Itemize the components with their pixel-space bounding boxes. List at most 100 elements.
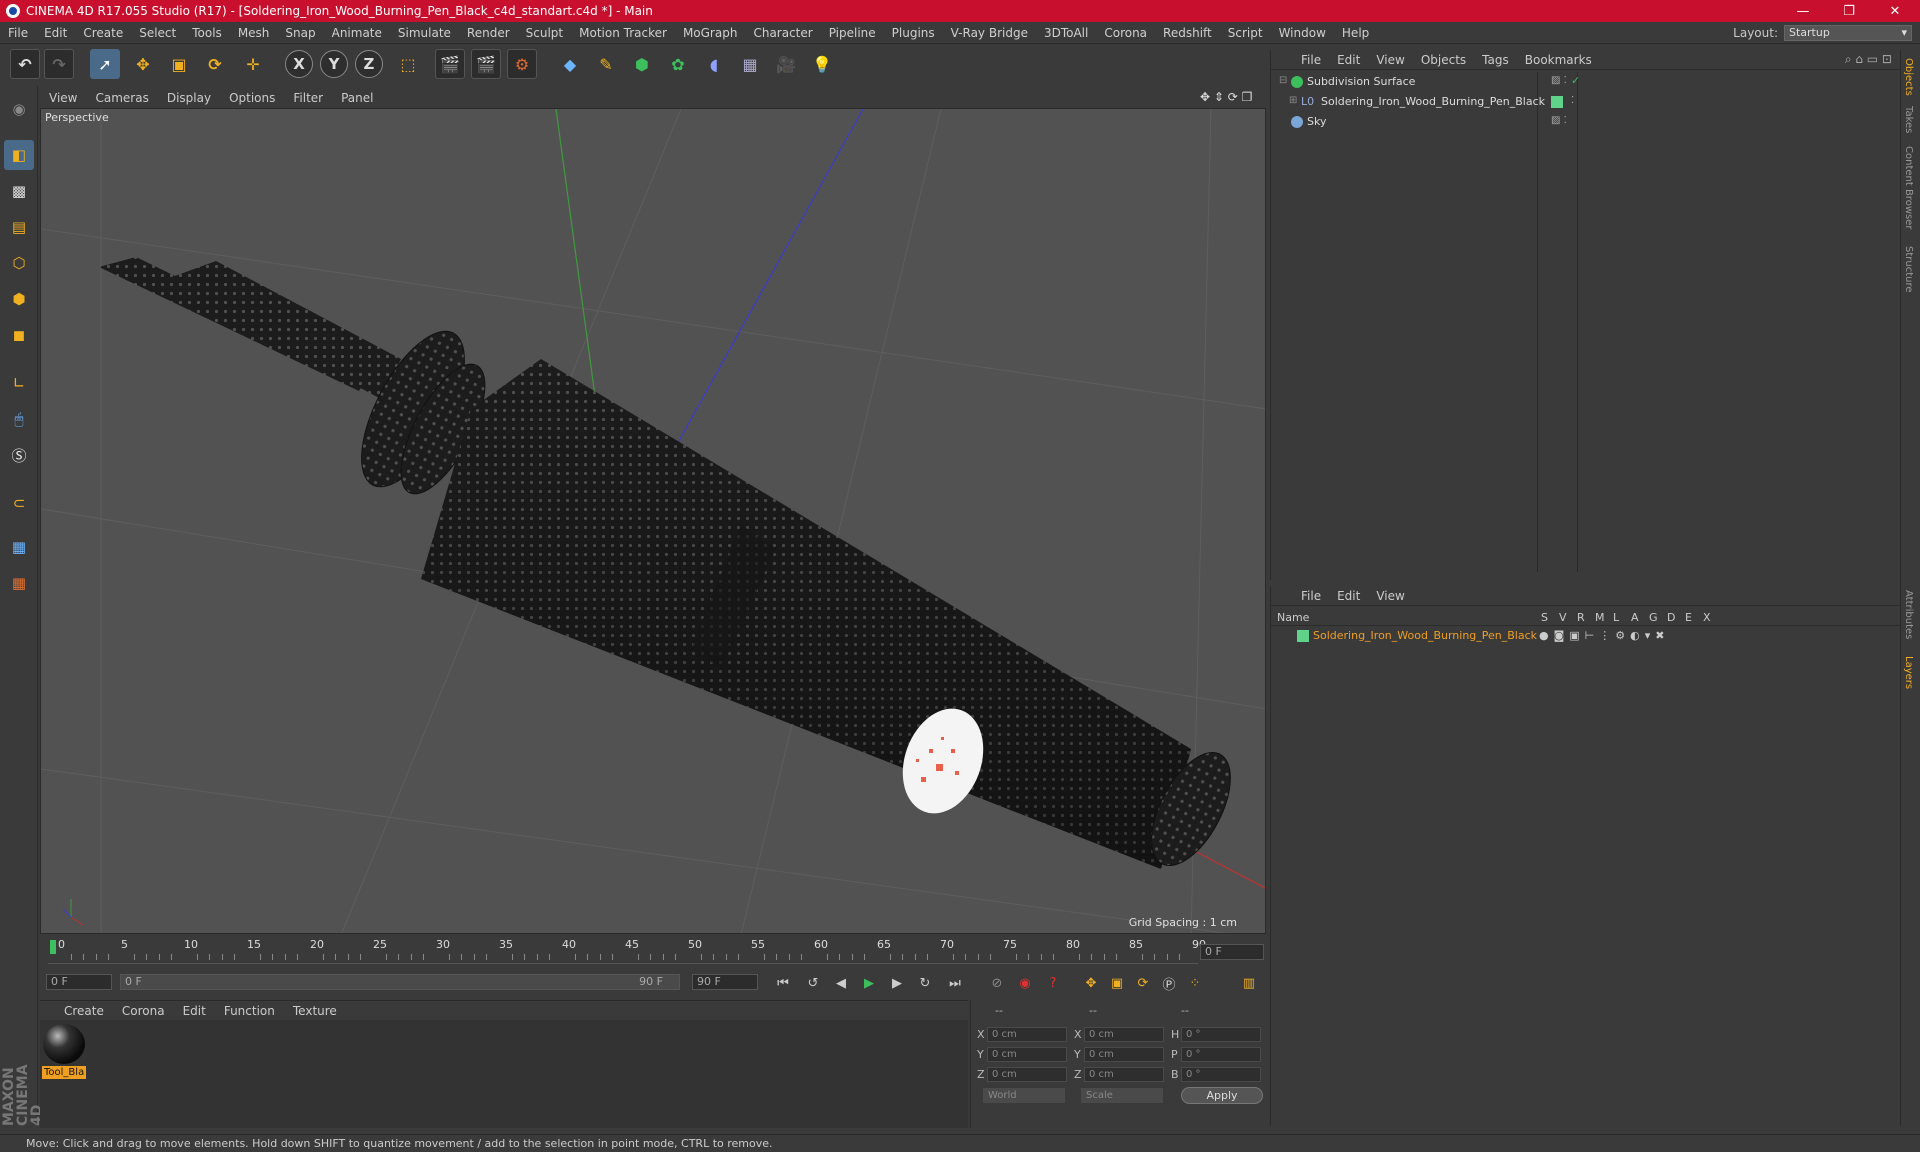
- go-to-start-icon[interactable]: ⏮: [772, 972, 794, 994]
- layer-flag-icons[interactable]: ●◙▣⊢⋮⚙◐▾✖: [1539, 629, 1669, 642]
- layout-dropdown[interactable]: Startup: [1784, 25, 1912, 41]
- key-parameter-icon[interactable]: Ⓟ: [1158, 972, 1180, 994]
- position-y-field[interactable]: 0 cm: [987, 1047, 1067, 1062]
- previous-frame-icon[interactable]: ◀: [830, 972, 852, 994]
- rotation-p-field[interactable]: 0 °: [1181, 1047, 1261, 1062]
- layer-col-l[interactable]: L: [1613, 611, 1619, 624]
- object-menu-file[interactable]: File: [1293, 53, 1329, 67]
- visibility-toggle-icon[interactable]: ▨ ⁚: [1551, 75, 1567, 86]
- object-menu-objects[interactable]: Objects: [1413, 53, 1474, 67]
- side-tab-takes[interactable]: Takes: [1903, 106, 1914, 133]
- menu-window[interactable]: Window: [1271, 26, 1334, 40]
- size-x-field[interactable]: 0 cm: [1084, 1027, 1164, 1042]
- enabled-check-icon[interactable]: ✓: [1571, 74, 1580, 87]
- key-rotation-icon[interactable]: ⟳: [1132, 972, 1154, 994]
- workplane-axis-icon[interactable]: ▦: [4, 568, 34, 598]
- layer-menu-file[interactable]: File: [1293, 589, 1329, 603]
- subdivision-surface-icon[interactable]: ⬢: [627, 49, 657, 79]
- material-menu-corona[interactable]: Corona: [113, 1004, 174, 1018]
- menu-vray-bridge[interactable]: V-Ray Bridge: [943, 26, 1036, 40]
- move-tool-icon[interactable]: ✥: [128, 49, 158, 79]
- layer-col-e[interactable]: E: [1685, 611, 1692, 624]
- menu-motion-tracker[interactable]: Motion Tracker: [571, 26, 675, 40]
- size-z-field[interactable]: 0 cm: [1084, 1067, 1164, 1082]
- material-swatch[interactable]: Tool_Bla: [42, 1024, 86, 1080]
- viewport-menu-cameras[interactable]: Cameras: [86, 91, 157, 105]
- rotation-h-field[interactable]: 0 °: [1181, 1027, 1261, 1042]
- next-frame-icon[interactable]: ▶: [886, 972, 908, 994]
- viewport-menu-display[interactable]: Display: [158, 91, 220, 105]
- menu-animate[interactable]: Animate: [324, 26, 390, 40]
- size-mode-dropdown[interactable]: Scale: [1081, 1088, 1163, 1103]
- menu-mograph[interactable]: MoGraph: [675, 26, 746, 40]
- playhead-marker[interactable]: [50, 940, 56, 954]
- pen-spline-icon[interactable]: ✎: [591, 49, 621, 79]
- layer-col-r[interactable]: R: [1577, 611, 1585, 624]
- menu-plugins[interactable]: Plugins: [884, 26, 943, 40]
- x-axis-lock-button[interactable]: X: [285, 50, 313, 78]
- layer-color-swatch[interactable]: [1297, 630, 1309, 642]
- snap-magnet-icon[interactable]: ⊂: [4, 488, 34, 518]
- edges-mode-icon[interactable]: ⬢: [4, 284, 34, 314]
- layer-menu-view[interactable]: View: [1368, 589, 1412, 603]
- deformer-icon[interactable]: ◖: [699, 49, 729, 79]
- render-view-icon[interactable]: 🎬: [435, 49, 465, 79]
- position-x-field[interactable]: 0 cm: [987, 1027, 1067, 1042]
- end-frame-field[interactable]: 90 F: [692, 974, 758, 990]
- make-editable-icon[interactable]: ◉: [4, 94, 34, 124]
- layer-col-name[interactable]: Name: [1277, 611, 1309, 624]
- rotation-b-field[interactable]: 0 °: [1181, 1067, 1261, 1082]
- transform-tool-icon[interactable]: ✛: [238, 49, 268, 79]
- timeline-window-icon[interactable]: ▥: [1238, 972, 1260, 994]
- material-menu-create[interactable]: Create: [40, 1004, 113, 1018]
- menu-redshift[interactable]: Redshift: [1155, 26, 1220, 40]
- menu-3dtoall[interactable]: 3DToAll: [1036, 26, 1096, 40]
- soldering-iron-model[interactable]: [99, 257, 1247, 878]
- layer-col-d[interactable]: D: [1667, 611, 1675, 624]
- side-tab-layers[interactable]: Layers: [1903, 656, 1914, 689]
- current-frame-field[interactable]: 0 F: [1200, 944, 1264, 960]
- side-tab-attributes[interactable]: Attributes: [1903, 590, 1914, 639]
- keyframe-selection-icon[interactable]: ?: [1042, 972, 1064, 994]
- object-row-sky[interactable]: Sky ▨ ⁚: [1275, 114, 1895, 132]
- side-tab-structure[interactable]: Structure: [1903, 246, 1914, 293]
- z-axis-lock-button[interactable]: Z: [355, 50, 383, 78]
- layer-col-s[interactable]: S: [1541, 611, 1548, 624]
- tweak-mode-icon[interactable]: 🖱: [4, 404, 34, 434]
- texture-mode-icon[interactable]: ▩: [4, 176, 34, 206]
- menu-corona[interactable]: Corona: [1096, 26, 1155, 40]
- frame-range-slider[interactable]: 0 F 90 F: [120, 974, 680, 990]
- viewport-menu-options[interactable]: Options: [220, 91, 284, 105]
- record-keys-icon[interactable]: ⊘: [986, 972, 1008, 994]
- menu-file[interactable]: File: [0, 26, 36, 40]
- points-mode-icon[interactable]: ⬡: [4, 248, 34, 278]
- floor-icon[interactable]: ▦: [735, 49, 765, 79]
- close-button[interactable]: ✕: [1872, 0, 1918, 22]
- viewport-menu-filter[interactable]: Filter: [284, 91, 332, 105]
- menu-pipeline[interactable]: Pipeline: [821, 26, 884, 40]
- menu-simulate[interactable]: Simulate: [390, 26, 459, 40]
- render-picture-viewer-icon[interactable]: 🎬: [471, 49, 501, 79]
- undo-icon[interactable]: ↶: [10, 49, 40, 79]
- workplane-mode-icon[interactable]: ▤: [4, 212, 34, 242]
- apply-button[interactable]: Apply: [1181, 1087, 1263, 1104]
- next-key-icon[interactable]: ↻: [914, 972, 936, 994]
- key-point-level-icon[interactable]: ⁘: [1184, 972, 1206, 994]
- size-y-field[interactable]: 0 cm: [1084, 1047, 1164, 1062]
- go-to-end-icon[interactable]: ⏭: [944, 972, 966, 994]
- coordinate-system-icon[interactable]: ⬚: [393, 49, 423, 79]
- redo-icon[interactable]: ↷: [44, 49, 74, 79]
- key-scale-icon[interactable]: ▣: [1106, 972, 1128, 994]
- material-menu-edit[interactable]: Edit: [174, 1004, 215, 1018]
- model-mode-icon[interactable]: ◧: [4, 140, 34, 170]
- y-axis-lock-button[interactable]: Y: [320, 50, 348, 78]
- side-tab-content-browser[interactable]: Content Browser: [1903, 146, 1914, 229]
- position-z-field[interactable]: 0 cm: [987, 1067, 1067, 1082]
- axis-mode-icon[interactable]: ∟: [4, 368, 34, 398]
- polygons-mode-icon[interactable]: ◼: [4, 320, 34, 350]
- menu-render[interactable]: Render: [459, 26, 518, 40]
- timeline-track[interactable]: [48, 940, 1198, 964]
- side-tab-objects[interactable]: Objects: [1903, 58, 1914, 96]
- layer-col-x[interactable]: X: [1703, 611, 1711, 624]
- viewport-navigation-icon[interactable]: ✥ ⇕ ⟳ ❐: [1200, 90, 1252, 104]
